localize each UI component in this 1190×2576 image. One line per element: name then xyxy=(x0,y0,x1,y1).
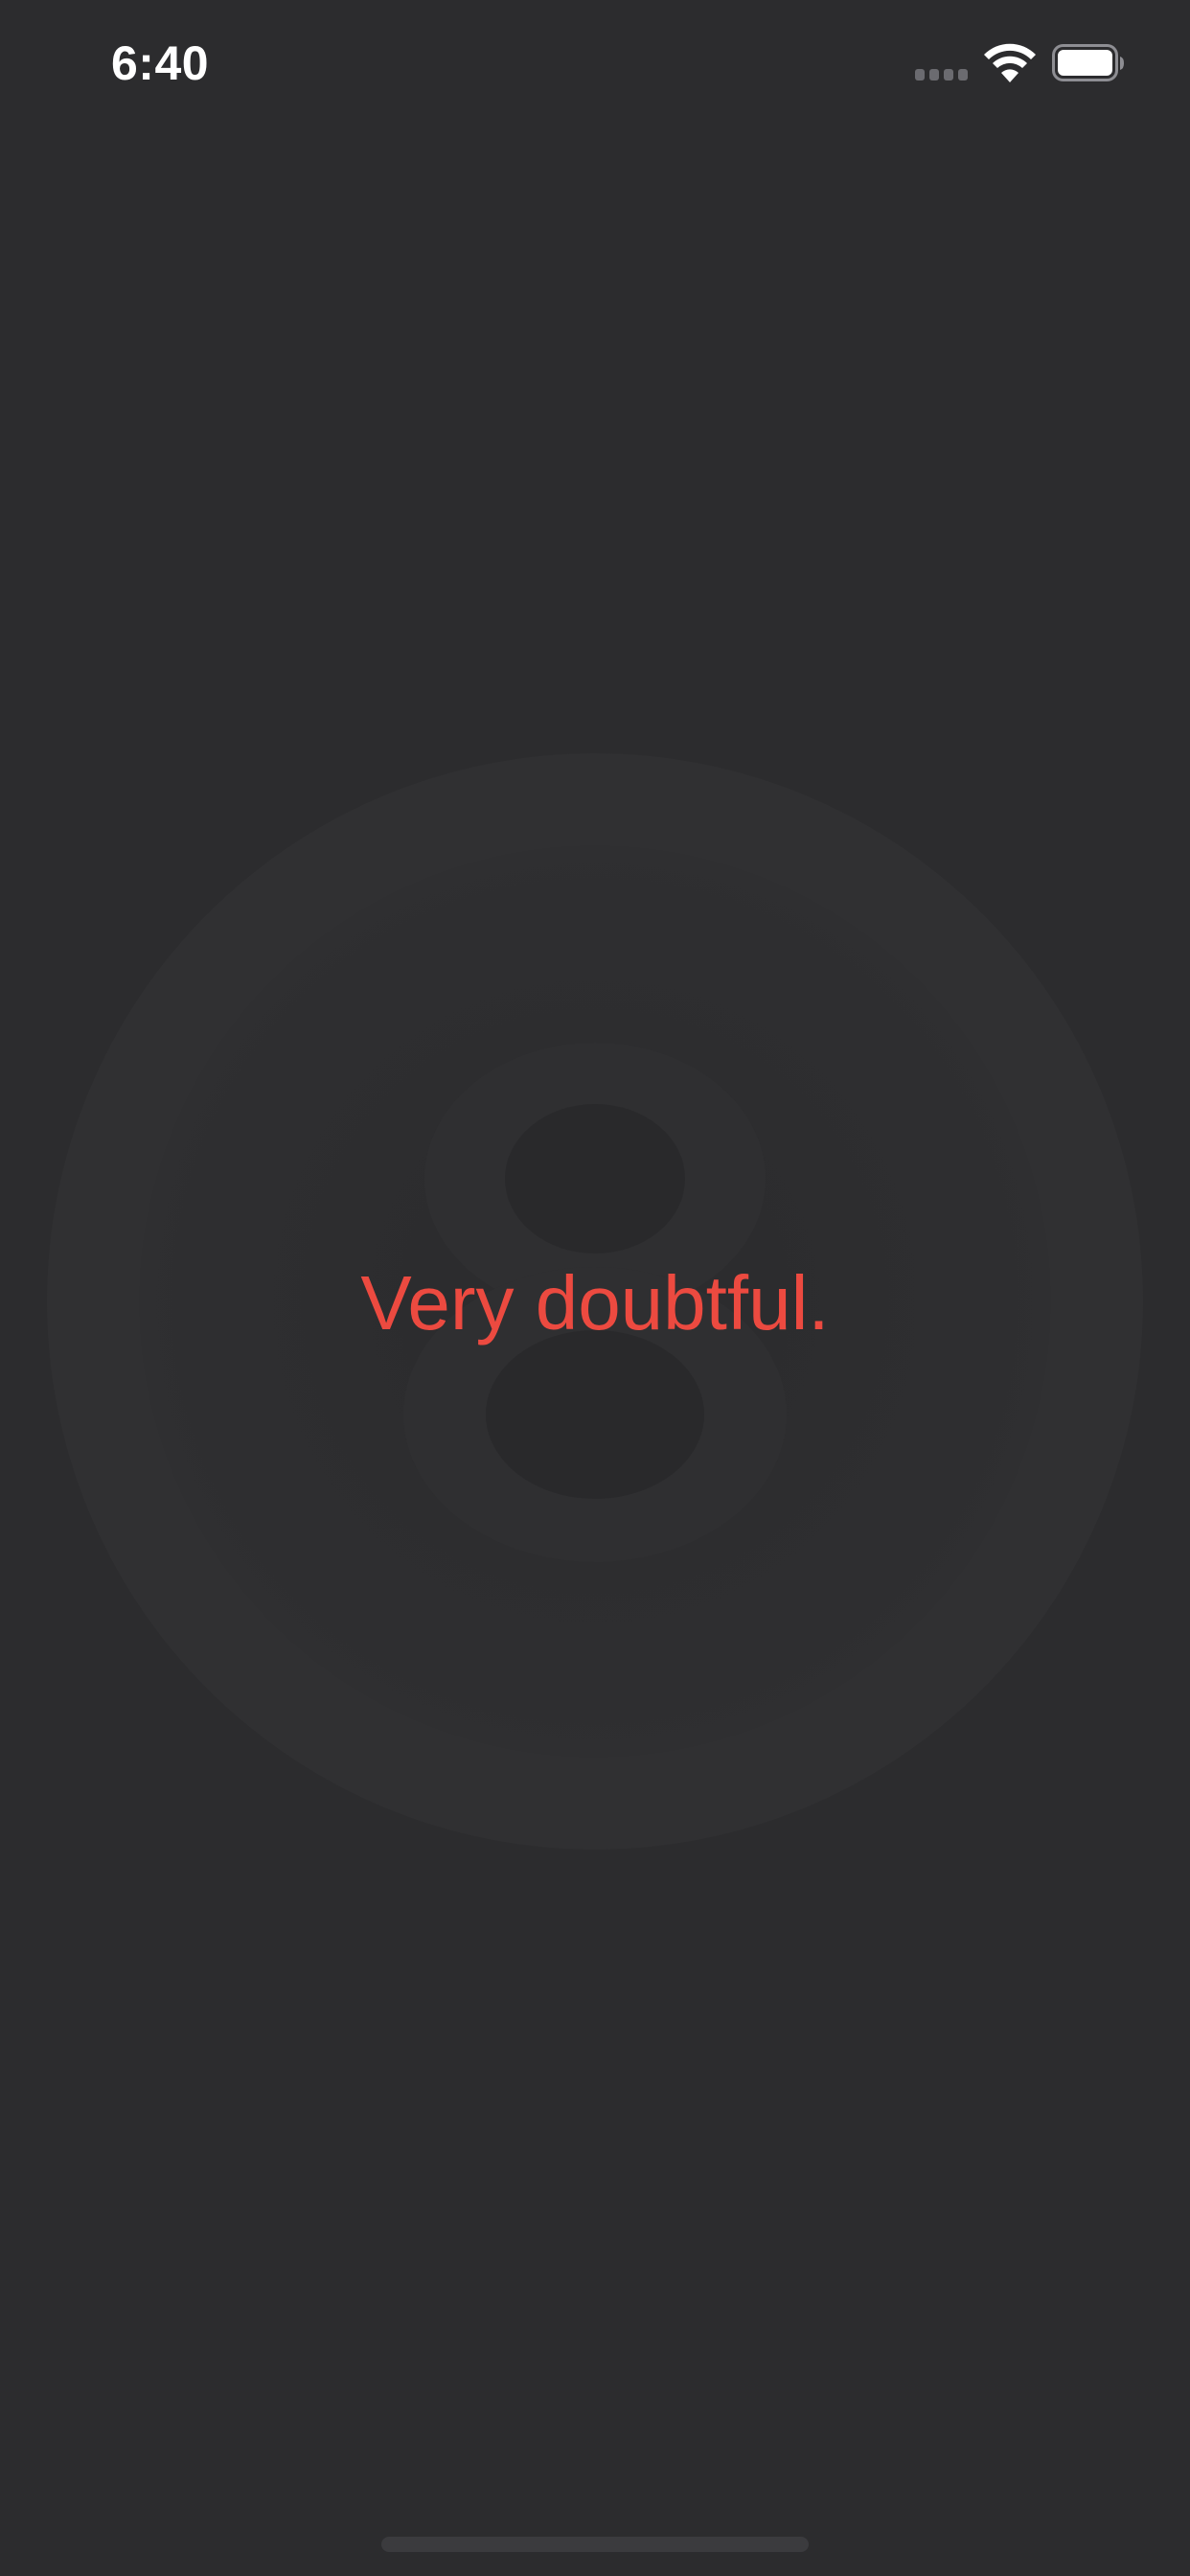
wifi-icon xyxy=(984,43,1036,82)
eight-bottom-hole xyxy=(486,1330,704,1499)
cellular-signal-icon xyxy=(915,69,971,82)
home-indicator[interactable] xyxy=(381,2537,809,2552)
answer-text: Very doubtful. xyxy=(360,1260,830,1346)
status-time: 6:40 xyxy=(111,36,210,90)
battery-icon xyxy=(1052,44,1124,81)
eight-top-hole xyxy=(505,1104,685,1254)
status-bar: 6:40 xyxy=(0,0,1190,134)
